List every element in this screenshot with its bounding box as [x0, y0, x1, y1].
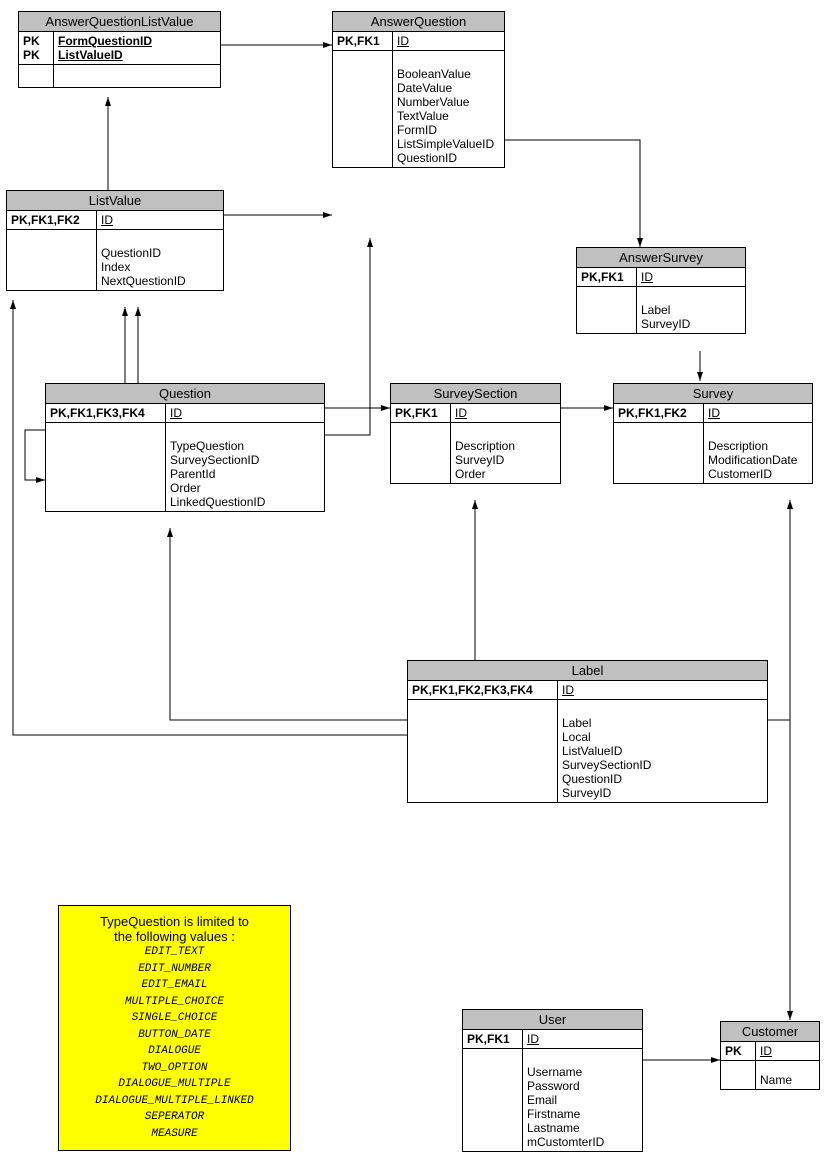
entity-surveysection: SurveySection PK,FK1 ID Description Surv… — [390, 383, 561, 484]
entity-title: AnswerSurvey — [577, 248, 745, 268]
entity-title: AnswerQuestion — [333, 12, 504, 32]
entity-answersurvey: AnswerSurvey PK,FK1 ID Label SurveyID — [576, 247, 746, 334]
note-typequestion: TypeQuestion is limited to the following… — [58, 905, 291, 1151]
entity-title: AnswerQuestionListValue — [19, 12, 220, 32]
entity-listvalue: ListValue PK,FK1,FK2 ID QuestionID Index… — [6, 190, 224, 291]
entity-title: Customer — [721, 1022, 819, 1042]
entity-customer: Customer PK ID Name — [720, 1021, 820, 1090]
entity-user: User PK,FK1 ID Username Password Email F… — [462, 1009, 643, 1152]
entity-survey: Survey PK,FK1,FK2 ID Description Modific… — [613, 383, 813, 484]
entity-answerquestionlistvalue: AnswerQuestionListValue PK PK FormQuesti… — [18, 11, 221, 88]
entity-label: Label PK,FK1,FK2,FK3,FK4 ID Label Local … — [407, 660, 768, 803]
entity-title: User — [463, 1010, 642, 1030]
entity-title: Question — [46, 384, 324, 404]
entity-title: Label — [408, 661, 767, 681]
entity-question: Question PK,FK1,FK3,FK4 ID TypeQuestion … — [45, 383, 325, 512]
entity-title: Survey — [614, 384, 812, 404]
entity-title: ListValue — [7, 191, 223, 211]
entity-title: SurveySection — [391, 384, 560, 404]
entity-answerquestion: AnswerQuestion PK,FK1 ID BooleanValue Da… — [332, 11, 505, 168]
